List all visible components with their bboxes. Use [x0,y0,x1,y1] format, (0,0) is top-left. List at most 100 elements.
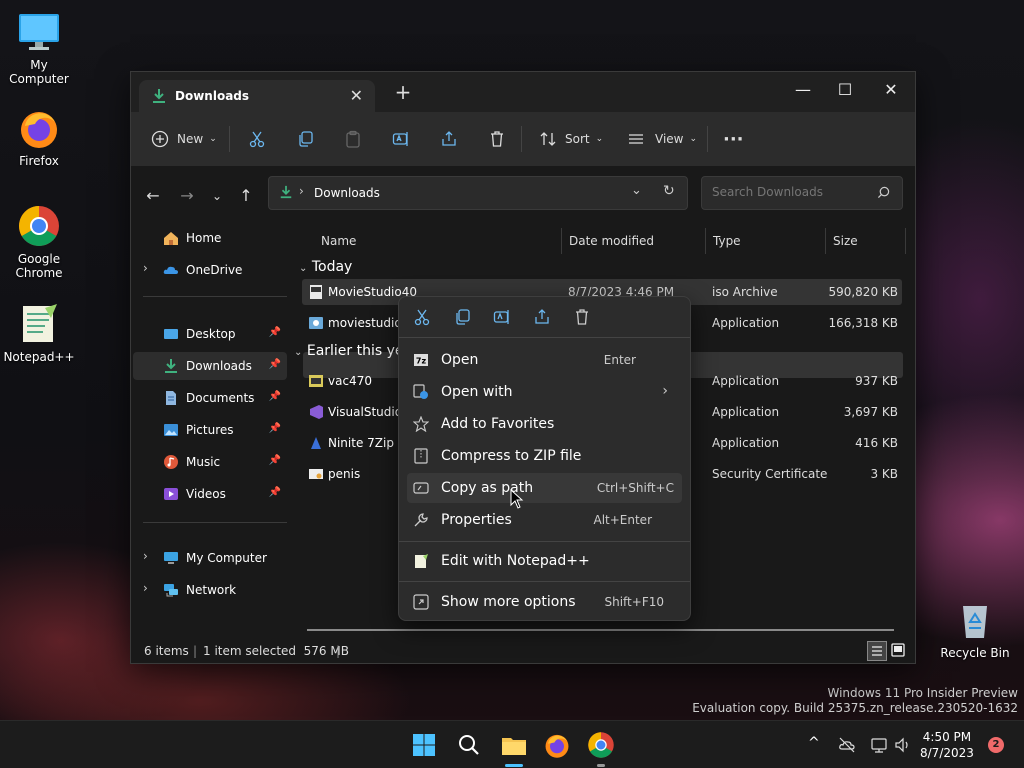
group-header-today[interactable]: ⌄ Today [299,259,352,275]
menu-item-open-with[interactable]: Open with › [407,377,682,407]
arrow-left-icon: ← [146,186,160,205]
pin-icon[interactable]: 📌 [269,487,281,498]
share-button[interactable] [440,126,458,152]
pin-icon[interactable]: 📌 [269,327,281,338]
menu-item-edit-notepad-plus-plus[interactable]: Edit with Notepad++ [407,546,682,576]
maximize-button[interactable]: ☐ [823,76,867,104]
search-button[interactable] [455,731,483,759]
pin-icon[interactable]: 📌 [269,359,281,370]
sidebar-item-downloads[interactable]: Downloads 📌 [133,352,287,380]
column-header-type[interactable]: Type [713,228,826,254]
status-bar: 6 items | 1 item selected 576 MB | [131,638,913,662]
new-tab-button[interactable]: + [393,82,413,102]
horizontal-scrollbar[interactable] [307,629,894,631]
notification-badge[interactable]: 2 [988,737,1004,753]
rename-button[interactable] [392,126,410,152]
taskbar-firefox[interactable] [543,731,571,759]
taskbar-chrome[interactable] [587,731,615,767]
sidebar-item-music[interactable]: Music 📌 [133,448,287,476]
sidebar-item-pictures[interactable]: Pictures 📌 [133,416,287,444]
menu-item-properties[interactable]: Properties Alt+Enter [407,505,682,535]
up-button[interactable]: ↑ [236,186,256,206]
group-header-earlier[interactable]: ⌄ Earlier this ye [294,343,404,359]
pin-icon[interactable]: 📌 [269,391,281,402]
more-options-button[interactable]: ··· [723,126,744,152]
certificate-icon [309,469,323,479]
desktop-icon-label: Recycle Bin [940,646,1010,660]
chevron-right-icon[interactable]: › [143,261,148,275]
group-label: Earlier this ye [306,343,404,359]
sidebar-item-home[interactable]: Home [133,224,287,252]
forward-button[interactable]: → [177,186,197,206]
application-icon [309,317,323,329]
sidebar-item-videos[interactable]: Videos 📌 [133,480,287,508]
column-header-size[interactable]: Size [833,228,906,254]
sort-button[interactable]: Sort ⌄ [539,126,603,152]
show-hidden-icons-button[interactable]: ^ [808,735,820,751]
copy-icon[interactable] [453,308,471,326]
chevron-right-icon[interactable]: › [143,549,148,563]
new-button[interactable]: New ⌄ [151,126,217,152]
desktop-icon-chrome[interactable]: Google Chrome [1,204,77,280]
menu-item-show-more-options[interactable]: Show more options Shift+F10 [407,587,682,617]
file-name: penis [328,467,361,481]
sidebar-item-my-computer[interactable]: › My Computer [133,544,287,572]
file-name: Ninite 7Zip C [328,436,407,450]
rename-icon[interactable] [493,308,511,326]
column-header-date[interactable]: Date modified [569,228,706,254]
menu-item-label: Open with [441,384,513,400]
copy-button[interactable] [296,126,314,152]
start-button[interactable] [410,731,438,759]
back-button[interactable]: ← [143,186,163,206]
desktop-icon-notepad-plus-plus[interactable]: Notepad++ [1,302,77,364]
sidebar-item-documents[interactable]: Documents 📌 [133,384,287,412]
desktop-icon-firefox[interactable]: Firefox [1,106,77,168]
column-header-name[interactable]: Name [321,228,562,254]
clock[interactable]: 4:50 PM 8/7/2023 [920,729,974,761]
search-box[interactable] [701,176,903,210]
sidebar-item-network[interactable]: › Network [133,576,287,604]
close-tab-icon[interactable]: ✕ [350,86,363,105]
chevron-down-icon: ⌄ [294,347,303,358]
home-icon [164,232,178,245]
speaker-icon[interactable] [894,736,912,754]
taskbar-file-explorer[interactable] [499,731,529,767]
pin-icon[interactable]: 📌 [269,423,281,434]
menu-item-copy-as-path[interactable]: Copy as path Ctrl+Shift+C [407,473,682,503]
file-size: 590,820 KB [828,285,898,299]
view-button[interactable]: View ⌄ [627,126,697,152]
share-icon[interactable] [533,308,551,326]
trash-icon[interactable] [573,308,591,326]
cloud-offline-icon[interactable] [838,736,856,754]
sidebar-item-desktop[interactable]: Desktop 📌 [133,320,287,348]
address-bar[interactable]: › Downloads ⌄ ↻ [268,176,688,210]
cut-icon[interactable] [413,308,431,326]
minimize-button[interactable]: — [781,76,825,104]
tab-downloads[interactable]: Downloads ✕ [139,80,375,112]
menu-item-add-to-favorites[interactable]: Add to Favorites [407,409,682,439]
delete-button[interactable] [488,126,506,152]
close-window-button[interactable]: ✕ [869,76,913,104]
download-icon [165,359,177,373]
recent-locations-button[interactable]: ⌄ [207,186,227,206]
search-input[interactable] [710,184,874,200]
address-dropdown-icon[interactable]: ⌄ [631,183,642,198]
new-label: New [177,132,204,146]
menu-item-compress-zip[interactable]: Compress to ZIP file [407,441,682,471]
notepad-plus-plus-icon [415,554,428,568]
details-view-button[interactable] [867,641,887,661]
desktop-icon-my-computer[interactable]: My Computer [1,10,77,86]
desktop-icon-recycle-bin[interactable]: Recycle Bin [937,598,1013,660]
cut-button[interactable] [248,126,266,152]
paste-button[interactable] [344,126,362,152]
title-bar: Downloads ✕ + — ☐ ✕ [131,72,915,112]
desktop-icon-label: My Computer [9,58,69,86]
tiles-view-button[interactable] [889,641,907,659]
menu-item-open[interactable]: 7z Open Enter [407,345,682,375]
sidebar-item-onedrive[interactable]: › OneDrive [133,256,287,284]
windows-logo-icon [413,734,435,756]
pin-icon[interactable]: 📌 [269,455,281,466]
refresh-icon[interactable]: ↻ [663,183,675,199]
network-icon[interactable] [870,736,888,754]
chevron-right-icon[interactable]: › [143,581,148,595]
